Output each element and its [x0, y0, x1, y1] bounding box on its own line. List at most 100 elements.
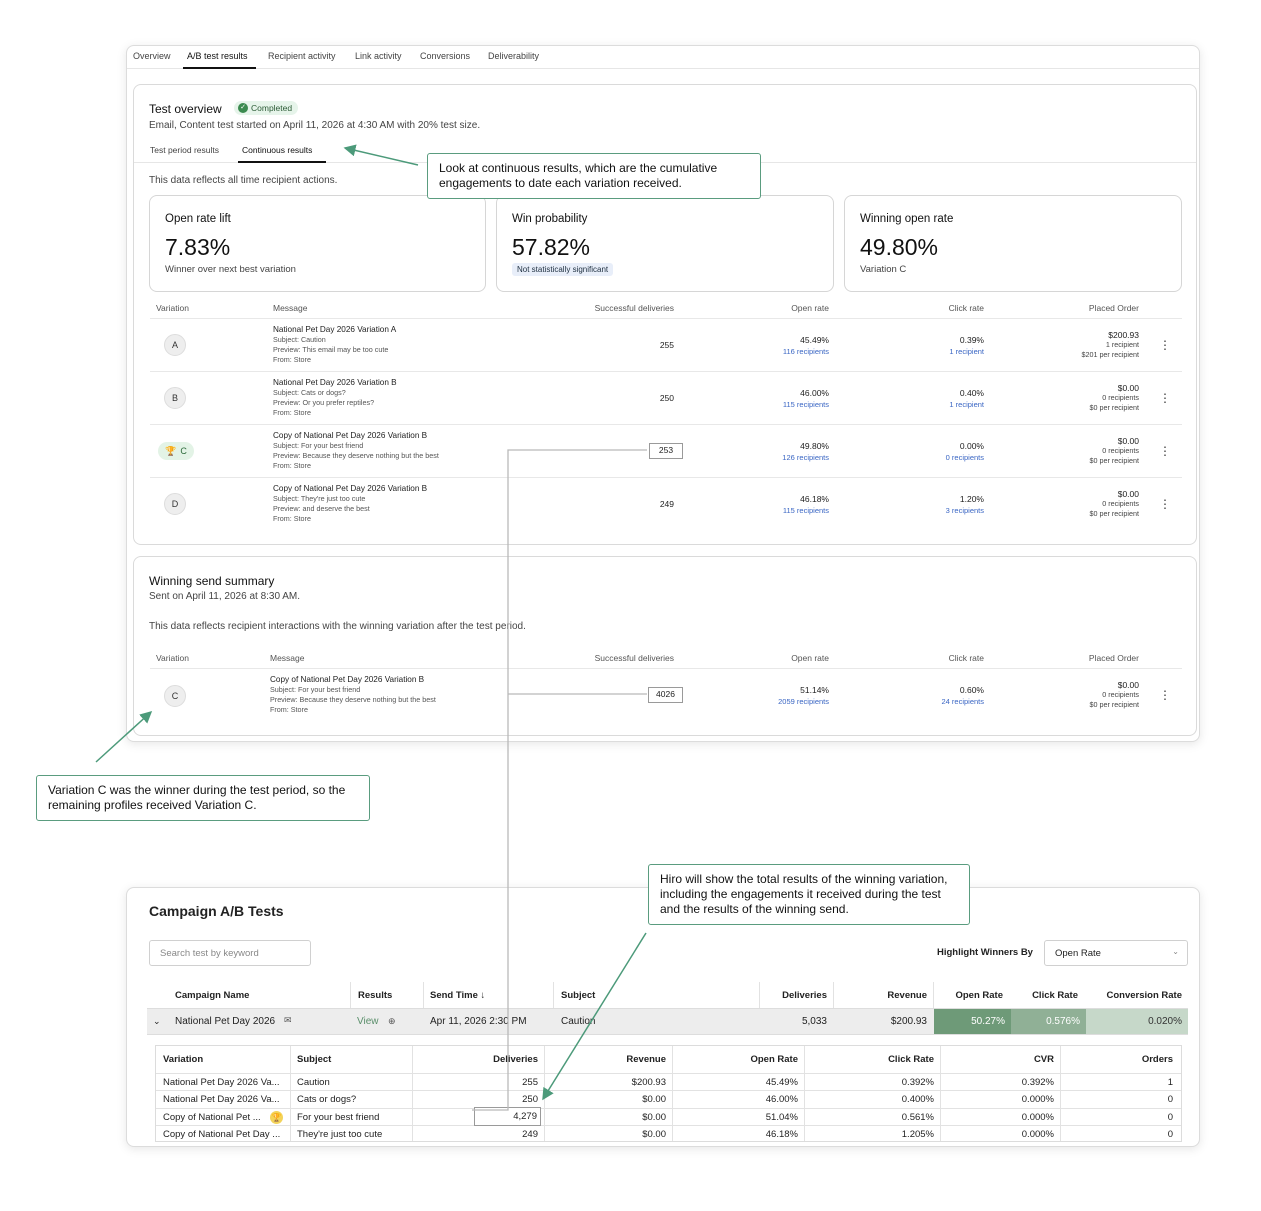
trophy-icon: 🏆 [165, 445, 177, 456]
placed-order-cell: $0.00 0 recipients $0 per recipient [1019, 680, 1139, 710]
variant-cvr: 0.392% [1021, 1077, 1054, 1088]
open-recipients-link[interactable]: 115 recipients [729, 399, 829, 410]
deliveries-value: 5,033 [801, 1016, 827, 1027]
campaign-row[interactable]: ⌄ National Pet Day 2026 ✉ View ⊕ Apr 11,… [147, 1008, 1188, 1035]
click-recipients-link[interactable]: 24 recipients [884, 696, 984, 707]
tab-link-activity[interactable]: Link activity [355, 51, 402, 61]
message-subject: Subject: For your best friend [273, 441, 364, 450]
row-menu-icon[interactable]: ⋮ [1159, 339, 1171, 351]
col-campaign-name[interactable]: Campaign Name [175, 982, 249, 1008]
tab-test-period-results[interactable]: Test period results [150, 145, 219, 155]
message-name: Copy of National Pet Day 2026 Variation … [273, 484, 428, 493]
col-placed-order: Placed Order [1088, 303, 1139, 313]
search-input[interactable]: Search test by keyword [149, 940, 311, 966]
open-rate-heat-cell: 50.27% [934, 1009, 1011, 1034]
order-value: $0.00 [1117, 489, 1139, 499]
view-results-link[interactable]: View [357, 1016, 379, 1027]
highlighted-deliveries: 4,279 [474, 1107, 541, 1126]
click-rate-cell: 0.60% 24 recipients [884, 685, 984, 707]
message-cell: Copy of National Pet Day 2026 Variation … [270, 675, 436, 715]
send-time-label: Send Time [430, 990, 478, 1001]
click-recipients-link[interactable]: 1 recipient [884, 399, 984, 410]
highlight-winners-label: Highlight Winners By [937, 947, 1033, 958]
tab-overview[interactable]: Overview [133, 51, 171, 61]
metric-value: 49.80% [860, 234, 939, 260]
col-cvr: CVR [1033, 1054, 1054, 1065]
metric-title: Win probability [512, 213, 588, 225]
order-per-recipient: $0 per recipient [1089, 700, 1139, 709]
click-recipients-link[interactable]: 0 recipients [884, 452, 984, 463]
open-recipients-link[interactable]: 115 recipients [729, 505, 829, 516]
tab-deliverability[interactable]: Deliverability [488, 51, 539, 61]
click-rate-heat-cell: 0.576% [1011, 1009, 1086, 1034]
col-deliveries: Successful deliveries [594, 653, 674, 663]
row-menu-icon[interactable]: ⋮ [1159, 689, 1171, 701]
continuous-note: This data reflects all time recipient ac… [149, 175, 338, 186]
variant-revenue: $200.93 [631, 1077, 666, 1088]
tab-ab-test-results[interactable]: A/B test results [187, 51, 248, 61]
open-recipients-link[interactable]: 116 recipients [729, 346, 829, 357]
variant-deliveries: 249 [522, 1129, 538, 1140]
col-variation: Variation [156, 303, 189, 313]
order-value: $0.00 [1117, 680, 1139, 690]
placed-order-cell: $0.00 0 recipients $0 per recipient [1019, 436, 1139, 466]
message-subject: Subject: Caution [273, 335, 326, 344]
variant-subject: They're just too cute [297, 1129, 383, 1140]
row-menu-icon[interactable]: ⋮ [1159, 498, 1171, 510]
metric-win-probability: Win probability 57.82% Not statistically… [496, 195, 834, 292]
row-menu-icon[interactable]: ⋮ [1159, 445, 1171, 457]
metric-open-rate-lift: Open rate lift 7.83% Winner over next be… [149, 195, 486, 292]
tab-recipient-activity[interactable]: Recipient activity [268, 51, 336, 61]
variant-name: National Pet Day 2026 Va... [163, 1094, 280, 1105]
chevron-down-icon: ⌄ [1172, 947, 1179, 956]
winner-variation-badge: 🏆 C [158, 442, 194, 460]
message-preview: Preview: Because they deserve nothing bu… [273, 451, 439, 460]
open-rate-value: 46.18% [800, 494, 829, 504]
divider [804, 1046, 805, 1141]
message-preview: Preview: Or you prefer reptiles? [273, 398, 375, 407]
row-menu-icon[interactable]: ⋮ [1159, 392, 1171, 404]
metric-footer: Variation C [860, 264, 907, 275]
click-rate-value: 0.40% [959, 388, 984, 398]
message-from: From: Store [273, 408, 311, 417]
open-recipients-link[interactable]: 2059 recipients [729, 696, 829, 707]
click-rate-cell: 0.00% 0 recipients [884, 441, 984, 463]
placed-order-cell: $0.00 0 recipients $0 per recipient [1019, 489, 1139, 519]
variation-badge: C [164, 685, 186, 707]
variant-revenue: $0.00 [642, 1094, 666, 1105]
open-rate-cell: 46.18% 115 recipients [729, 494, 829, 516]
expand-chevron-icon[interactable]: ⌄ [153, 1016, 161, 1027]
col-open-rate: Open Rate [750, 1054, 798, 1065]
open-rate-cell: 45.49% 116 recipients [729, 335, 829, 357]
tab-conversions[interactable]: Conversions [420, 51, 470, 61]
divider [150, 318, 1182, 319]
col-placed-order: Placed Order [1088, 653, 1139, 663]
highlight-winners-select[interactable]: Open Rate ⌄ [1044, 940, 1188, 966]
col-click-rate: Click Rate [1032, 990, 1078, 1001]
col-subject: Subject [561, 990, 596, 1001]
tab-continuous-results[interactable]: Continuous results [242, 145, 312, 155]
deliveries-value: 249 [659, 499, 674, 509]
variant-orders: 0 [1167, 1129, 1173, 1140]
zoom-icon[interactable]: ⊕ [388, 1016, 396, 1027]
col-send-time[interactable]: Send Time ↓ [430, 982, 485, 1008]
active-tab-indicator [183, 67, 256, 69]
significance-badge: Not statistically significant [512, 263, 614, 276]
highlighted-deliveries: 253 [649, 443, 683, 459]
conversion-rate-heat-cell: 0.020% [1086, 1009, 1188, 1034]
open-rate-value: 46.00% [800, 388, 829, 398]
divider [544, 1046, 545, 1141]
winning-send-date: Sent on April 11, 2026 at 8:30 AM. [149, 591, 301, 602]
click-recipients-link[interactable]: 3 recipients [884, 505, 984, 516]
highlighted-deliveries: 4026 [648, 687, 683, 703]
click-recipients-link[interactable]: 1 recipient [884, 346, 984, 357]
subject-value: Caution [561, 1016, 596, 1027]
variant-click-rate: 0.392% [901, 1077, 934, 1088]
message-cell: Copy of National Pet Day 2026 Variation … [273, 484, 427, 524]
sort-down-icon: ↓ [480, 990, 486, 1001]
metric-footer: Winner over next best variation [165, 264, 296, 275]
message-preview: Preview: and deserve the best [273, 504, 370, 513]
order-per-recipient: $0 per recipient [1089, 403, 1139, 412]
variant-name: Copy of National Pet Day ... [163, 1129, 281, 1140]
open-recipients-link[interactable]: 126 recipients [729, 452, 829, 463]
